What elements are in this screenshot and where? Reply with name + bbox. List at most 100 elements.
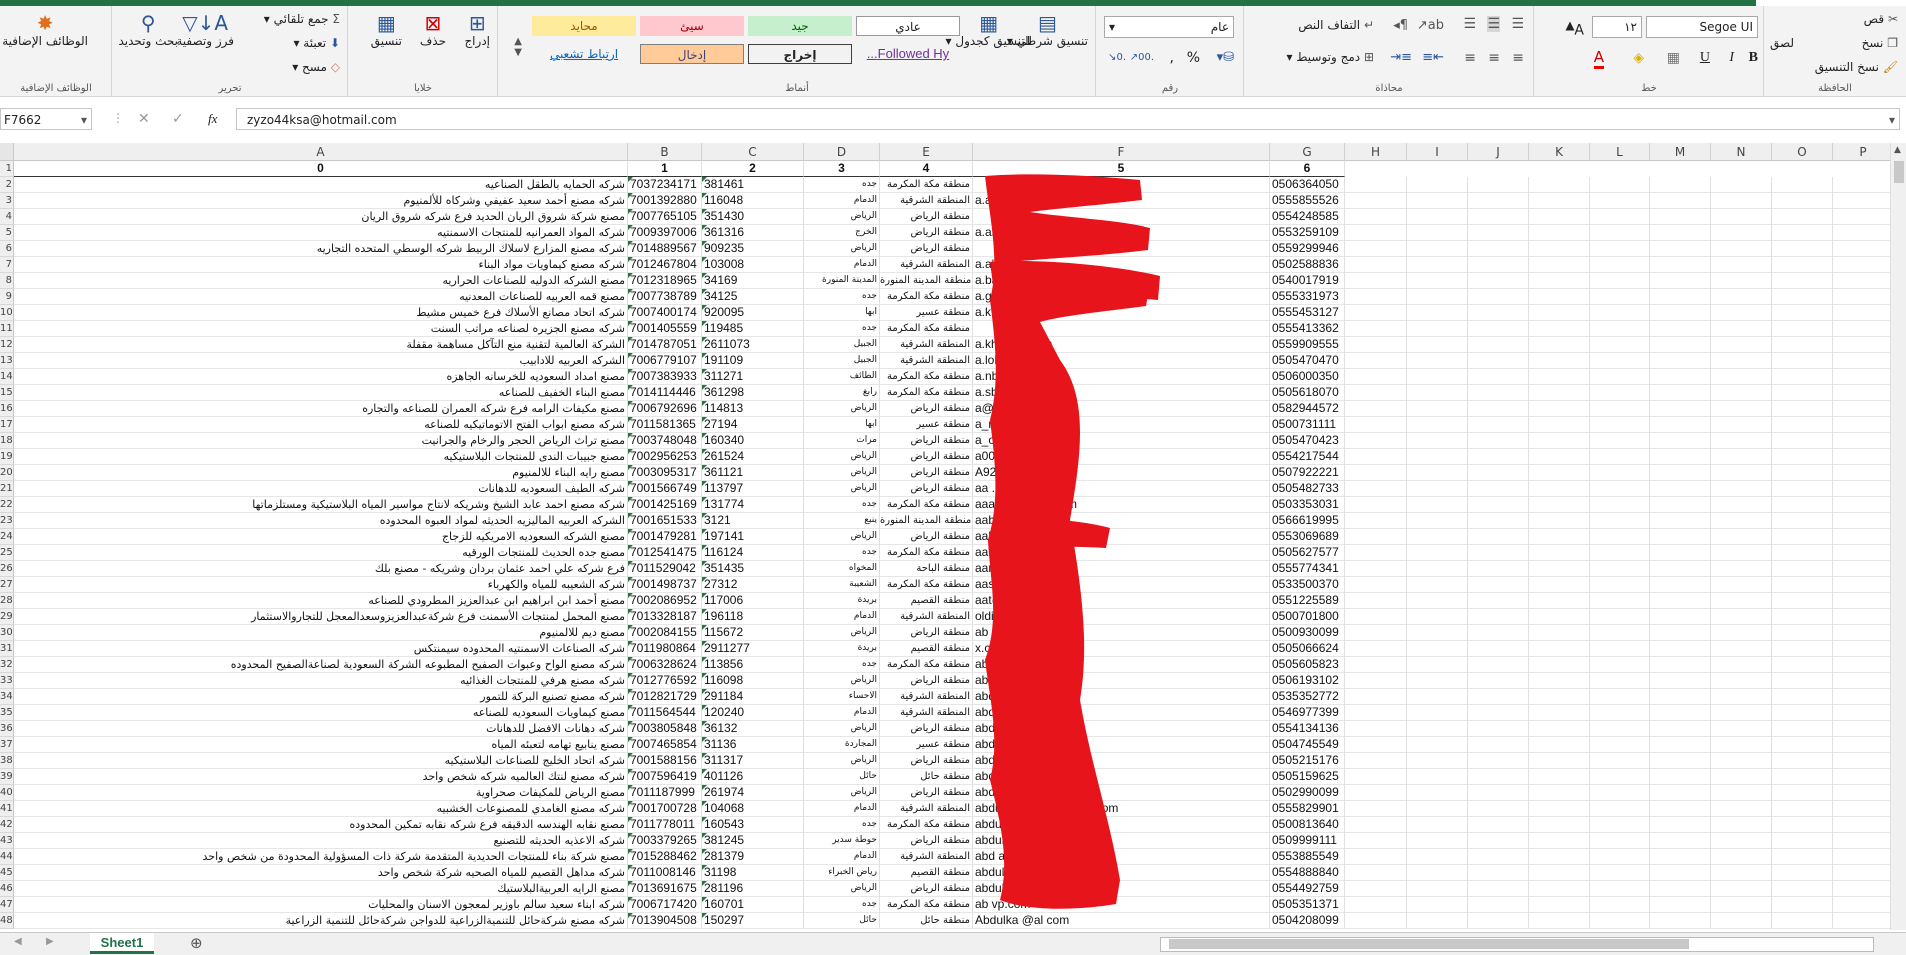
empty-cell[interactable] xyxy=(1772,737,1833,753)
empty-cell[interactable] xyxy=(1590,817,1650,833)
empty-cell[interactable] xyxy=(1650,321,1711,337)
table-cell[interactable]: رابغ xyxy=(804,385,880,401)
empty-cell[interactable] xyxy=(1468,769,1529,785)
worksheet-grid[interactable]: A B C D E F G H I J K L M N O P 1 0 1 2 3 4 5 6 2 شركه الحمايه با… xyxy=(0,143,1890,930)
table-cell[interactable]: المنطقة الشرقية xyxy=(880,705,973,721)
table-cell[interactable]: منطقة مكة المكرمة xyxy=(880,577,973,593)
row-header[interactable]: 27 xyxy=(0,577,14,593)
table-cell[interactable]: الرياض xyxy=(804,529,880,545)
empty-cell[interactable] xyxy=(1468,721,1529,737)
empty-cell[interactable] xyxy=(1407,273,1468,289)
empty-cell[interactable] xyxy=(1529,369,1590,385)
empty-cell[interactable] xyxy=(1529,641,1590,657)
font-color-icon[interactable]: A xyxy=(1593,48,1604,69)
empty-cell[interactable] xyxy=(1650,337,1711,353)
table-cell[interactable]: منطقة المدينة المنورة xyxy=(880,513,973,529)
empty-cell[interactable] xyxy=(1772,241,1833,257)
table-cell[interactable]: مصنع البناء الخفيف للصناعه xyxy=(14,385,628,401)
table-cell[interactable]: شركه مصنع لنتك العالميه شركه شخص واحد xyxy=(14,769,628,785)
table-cell[interactable]: الرياض xyxy=(804,753,880,769)
empty-cell[interactable] xyxy=(1529,865,1590,881)
table-cell[interactable]: مصنع مكيفات الرامه فرع شركه العمران للصن… xyxy=(14,401,628,417)
empty-cell[interactable] xyxy=(1468,881,1529,897)
table-cell[interactable]: شركه مصنع الواح وعبوات الصفيح المطبوعه ا… xyxy=(14,657,628,673)
row-header[interactable]: 28 xyxy=(0,593,14,609)
empty-cell[interactable] xyxy=(1468,353,1529,369)
empty-cell[interactable] xyxy=(1590,193,1650,209)
row-header[interactable]: 31 xyxy=(0,641,14,657)
empty-cell[interactable] xyxy=(1650,273,1711,289)
empty-cell[interactable] xyxy=(1772,609,1833,625)
empty-cell[interactable] xyxy=(1529,593,1590,609)
empty-cell[interactable] xyxy=(1711,529,1772,545)
empty-cell[interactable] xyxy=(1772,625,1833,641)
table-cell[interactable]: الجبيل xyxy=(804,337,880,353)
row-header[interactable]: 9 xyxy=(0,289,14,305)
table-cell[interactable]: 0505627577 xyxy=(1270,545,1345,561)
table-cell[interactable]: الخرج xyxy=(804,225,880,241)
empty-cell[interactable] xyxy=(1407,401,1468,417)
empty-cell[interactable] xyxy=(1711,449,1772,465)
style-bad[interactable]: سيئ xyxy=(640,16,744,36)
empty-cell[interactable] xyxy=(1529,401,1590,417)
empty-cell[interactable] xyxy=(1407,753,1468,769)
table-cell[interactable]: جده xyxy=(804,897,880,913)
empty-cell[interactable] xyxy=(1650,241,1711,257)
empty-cell[interactable] xyxy=(1772,865,1833,881)
empty-cell[interactable] xyxy=(1529,817,1590,833)
empty-cell[interactable] xyxy=(1529,209,1590,225)
empty-cell[interactable] xyxy=(1711,897,1772,913)
clear-button[interactable]: ◇ مسح ▾ xyxy=(292,60,340,74)
table-cell[interactable]: 401126 xyxy=(702,769,804,785)
table-cell[interactable]: مصنع شركة شروق الريان الحديد فرع شركه شر… xyxy=(14,209,628,225)
header-cell-2[interactable]: 2 xyxy=(702,161,804,177)
table-cell[interactable]: منطقة الرياض xyxy=(880,785,973,801)
empty-cell[interactable] xyxy=(1650,753,1711,769)
empty-cell[interactable] xyxy=(1407,225,1468,241)
table-cell[interactable]: 0505215176 xyxy=(1270,753,1345,769)
table-cell[interactable]: المخواه xyxy=(804,561,880,577)
empty-cell[interactable] xyxy=(1590,609,1650,625)
empty-cell[interactable] xyxy=(1711,385,1772,401)
empty-cell[interactable] xyxy=(1650,401,1711,417)
table-cell[interactable]: 7013328187 xyxy=(628,609,702,625)
empty-cell[interactable] xyxy=(1772,225,1833,241)
table-cell[interactable]: 7001479281 xyxy=(628,529,702,545)
empty-cell[interactable] xyxy=(1468,737,1529,753)
table-cell[interactable]: 7013904508 xyxy=(628,913,702,929)
empty-cell[interactable] xyxy=(1833,625,1890,641)
empty-cell[interactable] xyxy=(1345,241,1407,257)
empty-cell[interactable] xyxy=(1772,481,1833,497)
empty-cell[interactable] xyxy=(1650,369,1711,385)
empty-cell[interactable] xyxy=(1345,449,1407,465)
empty-cell[interactable] xyxy=(1590,737,1650,753)
empty-cell[interactable] xyxy=(1590,769,1650,785)
table-cell[interactable]: abbass xyxy=(973,673,1270,689)
header-cell-0[interactable]: 0 xyxy=(14,161,628,177)
empty-cell[interactable] xyxy=(1711,593,1772,609)
empty-cell[interactable] xyxy=(1529,513,1590,529)
empty-cell[interactable] xyxy=(1650,513,1711,529)
table-cell[interactable]: abdalla .com xyxy=(973,721,1270,737)
table-cell[interactable]: مصنع شركة بناء للمنتجات الحديدية المتقدم… xyxy=(14,849,628,865)
empty-cell[interactable] xyxy=(1468,289,1529,305)
empty-cell[interactable] xyxy=(1345,785,1407,801)
row-header[interactable]: 46 xyxy=(0,881,14,897)
empty-cell[interactable] xyxy=(1468,305,1529,321)
table-cell[interactable]: 7003805848 xyxy=(628,721,702,737)
empty-cell[interactable] xyxy=(1345,897,1407,913)
empty-cell[interactable] xyxy=(1407,241,1468,257)
empty-cell[interactable] xyxy=(1833,289,1890,305)
empty-cell[interactable] xyxy=(1407,481,1468,497)
empty-cell[interactable] xyxy=(1529,833,1590,849)
table-cell[interactable]: المنطقة الشرقية xyxy=(880,193,973,209)
empty-cell[interactable] xyxy=(1833,241,1890,257)
empty-cell[interactable] xyxy=(1650,769,1711,785)
borders-icon[interactable]: ▦ xyxy=(1667,50,1680,66)
table-cell[interactable]: منطقة حائل xyxy=(880,913,973,929)
table-cell[interactable]: 116124 xyxy=(702,545,804,561)
empty-cell[interactable] xyxy=(1711,881,1772,897)
empty-cell[interactable] xyxy=(1711,913,1772,929)
table-cell[interactable]: 115672 xyxy=(702,625,804,641)
empty-cell[interactable] xyxy=(1650,193,1711,209)
